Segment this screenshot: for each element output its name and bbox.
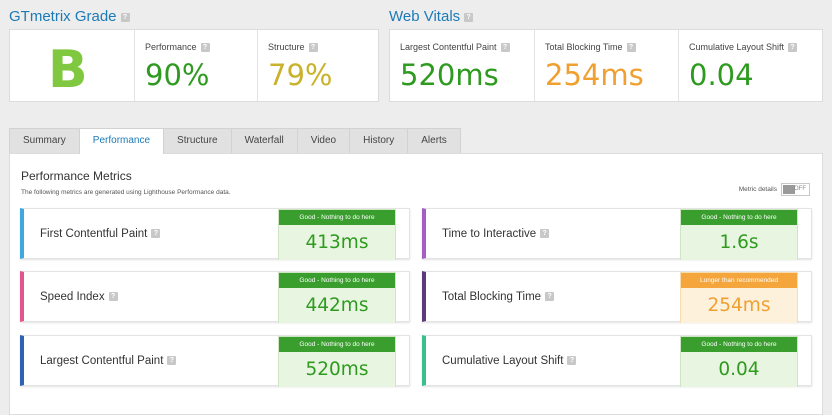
tab-video[interactable]: Video: [296, 128, 351, 153]
panel-subtitle: The following metrics are generated usin…: [21, 189, 231, 196]
metric-name: Total Blocking Time: [442, 291, 542, 303]
metric-name: Cumulative Layout Shift: [442, 355, 564, 367]
grade-card: B Performance? 90% Structure? 79%: [9, 29, 379, 102]
cls-label: Cumulative Layout Shift: [689, 42, 785, 52]
metric-status-badge: Good - Nothing to do here: [279, 210, 395, 225]
help-icon[interactable]: ?: [464, 12, 474, 22]
metric-value: 254ms: [681, 288, 797, 323]
metric-name: Largest Contentful Paint: [40, 355, 164, 367]
metric-card: First Contentful Paint? Good - Nothing t…: [20, 208, 410, 260]
metric-name-row: Time to Interactive?: [442, 228, 550, 240]
toggle-state-text: OFF: [794, 186, 806, 192]
metric-card: Time to Interactive? Good - Nothing to d…: [422, 208, 812, 260]
metric-value: 0.04: [681, 352, 797, 387]
metric-card: Cumulative Layout Shift? Good - Nothing …: [422, 335, 812, 387]
metric-card: Speed Index? Good - Nothing to do here 4…: [20, 271, 410, 323]
structure-label-row: Structure?: [268, 42, 318, 53]
web-vitals-card: Largest Contentful Paint? 520ms Total Bl…: [389, 29, 823, 102]
tab-summary[interactable]: Summary: [9, 128, 80, 153]
metric-details-toggle[interactable]: OFF: [781, 183, 810, 196]
metric-value: 520ms: [279, 352, 395, 387]
tab-structure[interactable]: Structure: [163, 128, 232, 153]
metric-name-row: Largest Contentful Paint?: [40, 355, 177, 367]
metric-name: Time to Interactive: [442, 228, 537, 240]
lcp-label-row: Largest Contentful Paint?: [400, 42, 510, 53]
metric-value: 442ms: [279, 288, 395, 323]
metric-value: 413ms: [279, 225, 395, 260]
performance-value: 90%: [145, 58, 210, 92]
help-icon[interactable]: ?: [540, 229, 550, 239]
help-icon[interactable]: ?: [151, 229, 161, 239]
metric-card: Largest Contentful Paint? Good - Nothing…: [20, 335, 410, 387]
performance-label: Performance: [145, 42, 197, 52]
gtmetrix-grade-title: GTmetrix Grade?: [9, 8, 130, 25]
help-icon[interactable]: ?: [788, 43, 798, 53]
metric-result-box: Good - Nothing to do here 413ms: [278, 209, 396, 260]
metric-card: Total Blocking Time? Longer than recomme…: [422, 271, 812, 323]
performance-cell: Performance? 90%: [134, 30, 257, 101]
performance-label-row: Performance?: [145, 42, 210, 53]
metric-status-badge: Good - Nothing to do here: [681, 210, 797, 225]
metric-name-row: Total Blocking Time?: [442, 291, 555, 303]
help-icon[interactable]: ?: [120, 12, 130, 22]
web-vitals-title-text: Web Vitals: [389, 8, 461, 25]
metric-name-row: Cumulative Layout Shift?: [442, 355, 577, 367]
structure-cell: Structure? 79%: [257, 30, 378, 101]
web-vitals-title: Web Vitals?: [389, 8, 474, 25]
cls-value: 0.04: [689, 58, 754, 92]
report-tabs: Summary Performance Structure Waterfall …: [9, 128, 461, 154]
tab-alerts[interactable]: Alerts: [407, 128, 461, 153]
metric-result-box: Longer than recommended 254ms: [680, 272, 798, 323]
tbt-label-row: Total Blocking Time?: [545, 42, 636, 53]
cls-label-row: Cumulative Layout Shift?: [689, 42, 798, 53]
metric-name: Speed Index: [40, 291, 105, 303]
metric-result-box: Good - Nothing to do here 1.6s: [680, 209, 798, 260]
metric-result-box: Good - Nothing to do here 0.04: [680, 336, 798, 387]
metric-details-label: Metric details: [738, 186, 777, 193]
help-icon[interactable]: ?: [626, 43, 636, 53]
metric-status-badge: Good - Nothing to do here: [279, 337, 395, 352]
metric-status-badge: Good - Nothing to do here: [681, 337, 797, 352]
metric-name-row: First Contentful Paint?: [40, 228, 161, 240]
tbt-label: Total Blocking Time: [545, 42, 623, 52]
lcp-value: 520ms: [400, 58, 499, 92]
metric-value: 1.6s: [681, 225, 797, 260]
panel-title: Performance Metrics: [21, 169, 132, 183]
metric-result-box: Good - Nothing to do here 442ms: [278, 272, 396, 323]
metric-name: First Contentful Paint: [40, 228, 148, 240]
tab-history[interactable]: History: [349, 128, 409, 153]
tab-waterfall[interactable]: Waterfall: [230, 128, 298, 153]
help-icon[interactable]: ?: [200, 43, 210, 53]
lcp-cell: Largest Contentful Paint? 520ms: [390, 30, 534, 101]
cls-cell: Cumulative Layout Shift? 0.04: [678, 30, 822, 101]
structure-label: Structure: [268, 42, 305, 52]
structure-value: 79%: [268, 58, 333, 92]
help-icon[interactable]: ?: [545, 292, 555, 302]
metric-status-badge: Good - Nothing to do here: [279, 273, 395, 288]
tbt-value: 254ms: [545, 58, 644, 92]
metric-name-row: Speed Index?: [40, 291, 118, 303]
performance-panel: Performance Metrics The following metric…: [9, 153, 823, 415]
help-icon[interactable]: ?: [108, 292, 118, 302]
gtmetrix-grade-title-text: GTmetrix Grade: [9, 8, 117, 25]
help-icon[interactable]: ?: [567, 356, 577, 366]
grade-letter: B: [48, 40, 88, 100]
tbt-cell: Total Blocking Time? 254ms: [534, 30, 678, 101]
lcp-label: Largest Contentful Paint: [400, 42, 497, 52]
help-icon[interactable]: ?: [308, 43, 318, 53]
metric-status-badge: Longer than recommended: [681, 273, 797, 288]
tab-performance[interactable]: Performance: [78, 128, 165, 154]
metric-result-box: Good - Nothing to do here 520ms: [278, 336, 396, 387]
help-icon[interactable]: ?: [500, 43, 510, 53]
help-icon[interactable]: ?: [167, 356, 177, 366]
